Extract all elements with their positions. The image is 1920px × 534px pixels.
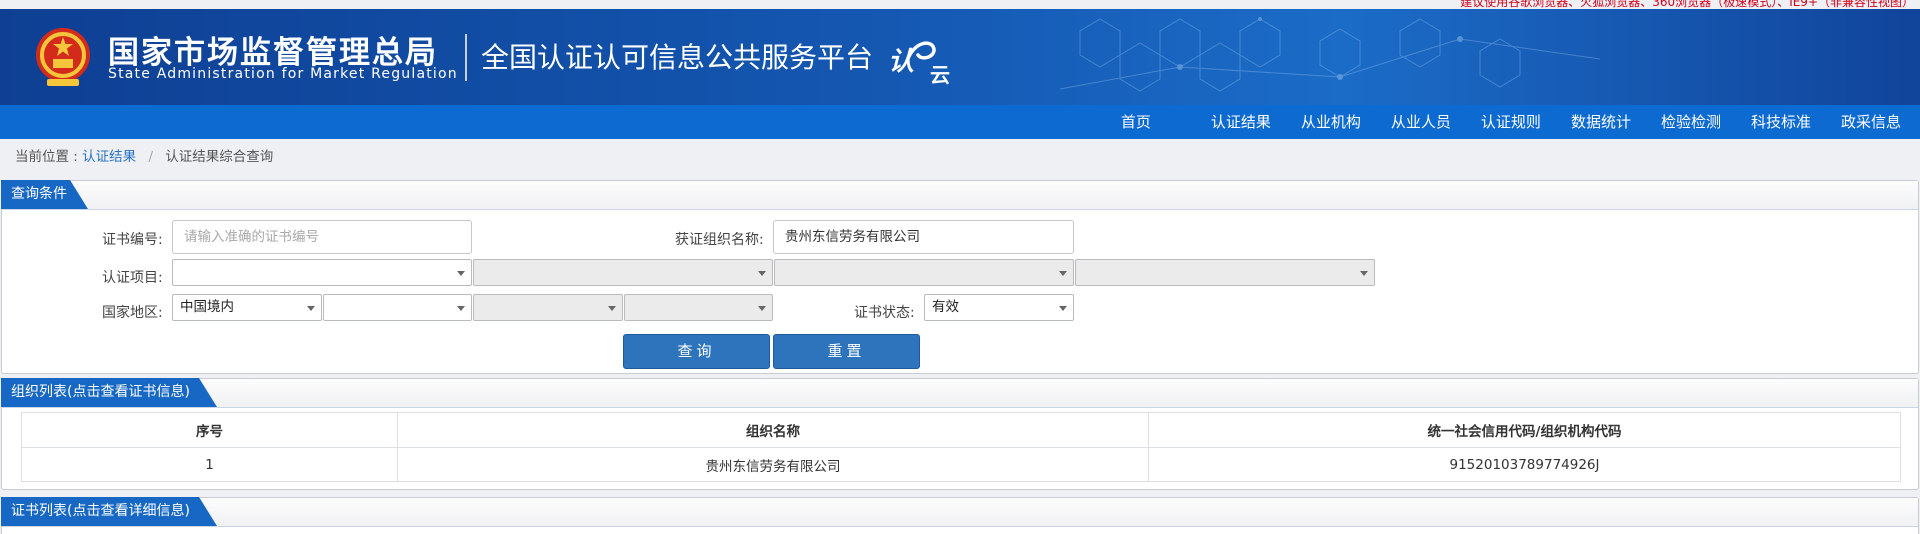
cert-list-panel: 证书列表(点击查看详细信息) — [1, 497, 1919, 534]
region-label: 国家地区: — [102, 305, 163, 321]
col-credit-code: 统一社会信用代码/组织机构代码 — [1148, 412, 1901, 448]
org-table: 序号 组织名称 统一社会信用代码/组织机构代码 1 贵州东信劳务有限公司 915… — [21, 412, 1901, 482]
nav-procurement[interactable]: 政采信息 — [1826, 105, 1916, 139]
region-district-select[interactable] — [624, 294, 773, 321]
browser-notice-strip: 建议使用谷歌浏览器、火狐浏览器、360浏览器（极速模式）、IE9+（非兼容性视图… — [0, 0, 1920, 9]
reset-button[interactable]: 重置 — [773, 334, 920, 369]
org-name-input[interactable]: 贵州东信劳务有限公司 — [773, 220, 1074, 254]
header-divider — [465, 34, 467, 81]
national-emblem-icon — [36, 28, 90, 86]
col-org-name: 组织名称 — [397, 412, 1149, 448]
breadcrumb-current: 认证结果综合查询 — [165, 149, 274, 165]
cert-no-input[interactable]: 请输入准确的证书编号 — [172, 220, 472, 254]
nav-inspection[interactable]: 检验检测 — [1646, 105, 1736, 139]
org-table-header-row: 序号 组织名称 统一社会信用代码/组织机构代码 — [21, 412, 1901, 448]
main-nav: 首页 认证结果 从业机构 从业人员 认证规则 数据统计 检验检测 科技标准 政采… — [0, 105, 1920, 139]
col-index: 序号 — [21, 412, 398, 448]
site-header: 国家市场监督管理总局 State Administration for Mark… — [0, 9, 1920, 105]
cert-no-label: 证书编号: — [102, 232, 163, 248]
nav-cert-rules[interactable]: 认证规则 — [1466, 105, 1556, 139]
cert-cloud-logo: 认 云 — [888, 35, 950, 89]
table-row[interactable]: 1 贵州东信劳务有限公司 91520103789774926J — [21, 447, 1901, 482]
logo-text-ren: 认 — [888, 47, 915, 77]
chevron-down-icon — [457, 306, 465, 311]
chevron-down-icon — [758, 271, 766, 276]
nav-standards[interactable]: 科技标准 — [1736, 105, 1826, 139]
breadcrumb-link[interactable]: 认证结果 — [82, 149, 136, 165]
chevron-down-icon — [457, 271, 465, 276]
cert-list-title: 证书列表(点击查看详细信息) — [1, 497, 217, 526]
chevron-down-icon — [1059, 306, 1067, 311]
nav-agencies[interactable]: 从业机构 — [1286, 105, 1376, 139]
cert-item-select-1[interactable] — [172, 259, 472, 286]
browser-notice: 建议使用谷歌浏览器、火狐浏览器、360浏览器（极速模式）、IE9+（非兼容性视图… — [1460, 0, 1914, 9]
region-province-select[interactable] — [323, 294, 472, 321]
breadcrumb: 当前位置 : 认证结果 / 认证结果综合查询 — [0, 139, 1920, 176]
cert-item-select-4[interactable] — [1075, 259, 1375, 286]
cert-item-select-2[interactable] — [473, 259, 773, 286]
region-country-select[interactable]: 中国境内 — [172, 294, 322, 321]
nav-cert-results[interactable]: 认证结果 — [1196, 105, 1286, 139]
chevron-down-icon — [1360, 271, 1368, 276]
chevron-down-icon — [1059, 271, 1067, 276]
agency-title-en: State Administration for Market Regulati… — [108, 66, 458, 82]
chevron-down-icon — [608, 306, 616, 311]
nav-personnel[interactable]: 从业人员 — [1376, 105, 1466, 139]
logo-text-yun: 云 — [930, 63, 950, 87]
row-org-name[interactable]: 贵州东信劳务有限公司 — [397, 447, 1149, 482]
cert-list-header: 证书列表(点击查看详细信息) — [1, 497, 1918, 527]
org-name-label: 获证组织名称: — [675, 232, 764, 248]
cert-item-select-3[interactable] — [774, 259, 1074, 286]
query-panel: 查询条件 证书编号: 请输入准确的证书编号 获证组织名称: 贵州东信劳务有限公司… — [1, 180, 1919, 374]
org-list-panel: 组织列表(点击查看证书信息) 序号 组织名称 统一社会信用代码/组织机构代码 1… — [1, 378, 1919, 490]
breadcrumb-prefix: 当前位置 : — [15, 149, 78, 165]
region-country-value: 中国境内 — [180, 299, 234, 315]
query-panel-header: 查询条件 — [1, 180, 1918, 210]
nav-statistics[interactable]: 数据统计 — [1556, 105, 1646, 139]
chevron-down-icon — [307, 306, 315, 311]
row-credit-code: 91520103789774926J — [1148, 447, 1901, 482]
org-list-header: 组织列表(点击查看证书信息) — [1, 378, 1918, 408]
hex-pattern-decoration — [1059, 17, 1601, 92]
nav-home[interactable]: 首页 — [1106, 105, 1196, 139]
chevron-down-icon — [758, 306, 766, 311]
cert-status-select[interactable]: 有效 — [924, 294, 1074, 321]
region-city-select[interactable] — [473, 294, 623, 321]
platform-title: 全国认证认可信息公共服务平台 — [481, 41, 874, 74]
row-index: 1 — [21, 447, 398, 482]
cert-status-label: 证书状态: — [854, 305, 915, 321]
breadcrumb-separator: / — [148, 149, 153, 165]
search-button[interactable]: 查询 — [623, 334, 770, 369]
cert-item-label: 认证项目: — [102, 270, 163, 286]
cert-status-value: 有效 — [932, 299, 959, 315]
query-panel-title: 查询条件 — [1, 180, 88, 209]
org-list-title: 组织列表(点击查看证书信息) — [1, 378, 217, 407]
